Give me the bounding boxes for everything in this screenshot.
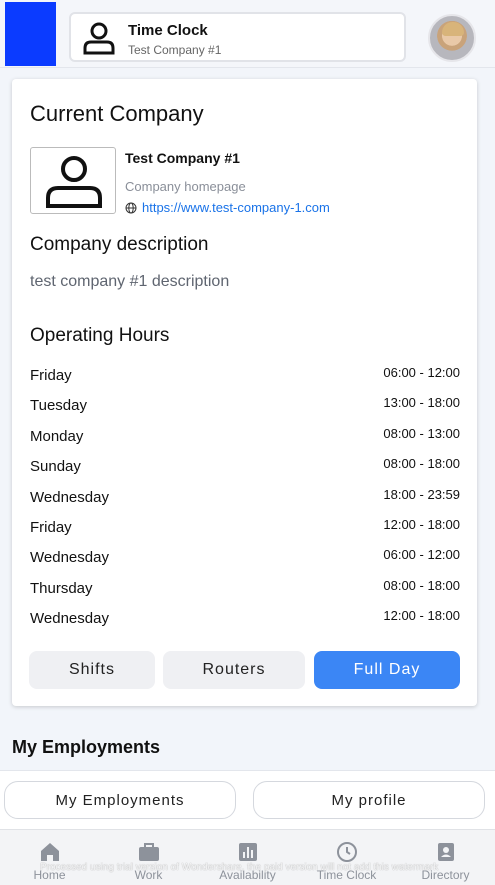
shifts-button[interactable]: Shifts — [29, 651, 155, 689]
my-employments-button[interactable]: My Employments — [4, 781, 236, 819]
header-title: Time Clock — [128, 22, 208, 39]
hour-row: Monday 08:00 - 13:00 — [30, 422, 460, 452]
company-name: Test Company #1 — [125, 150, 240, 166]
app-header: Time Clock Test Company #1 — [0, 0, 495, 68]
hour-time: 08:00 - 13:00 — [383, 425, 460, 441]
hour-time: 08:00 - 18:00 — [383, 456, 460, 472]
avatar[interactable] — [428, 14, 476, 62]
full-day-button[interactable]: Full Day — [314, 651, 460, 689]
hour-row: Tuesday 13:00 - 18:00 — [30, 391, 460, 421]
hour-time: 06:00 - 12:00 — [383, 365, 460, 380]
company-selector[interactable]: Time Clock Test Company #1 — [69, 12, 406, 62]
hour-day: Friday — [30, 367, 72, 384]
company-logo — [30, 147, 116, 214]
hours-title: Operating Hours — [30, 325, 170, 346]
hour-day: Wednesday — [30, 488, 109, 506]
hours-list: Friday 06:00 - 12:00 Tuesday 13:00 - 18:… — [30, 361, 460, 635]
employments-bar: My Employments My profile — [0, 770, 495, 830]
homepage-link[interactable]: https://www.test-company-1.com — [142, 200, 330, 215]
card-title: Current Company — [30, 101, 204, 126]
tab-home[interactable]: Home — [0, 830, 99, 885]
routers-button[interactable]: Routers — [163, 651, 305, 689]
tab-availability[interactable]: Availability — [198, 830, 297, 885]
hour-row: Wednesday 06:00 - 12:00 — [30, 543, 460, 573]
tab-directory[interactable]: Directory — [396, 830, 495, 885]
hour-row: Wednesday 18:00 - 23:59 — [30, 483, 460, 513]
chart-icon — [238, 843, 257, 861]
hour-time: 12:00 - 18:00 — [383, 516, 460, 532]
contacts-icon — [437, 843, 454, 861]
employments-title: My Employments — [12, 737, 161, 757]
globe-icon — [125, 202, 137, 213]
hour-time: 12:00 - 18:00 — [383, 608, 460, 624]
briefcase-icon — [138, 843, 159, 861]
homepage-link-row: https://www.test-company-1.com — [125, 200, 330, 215]
hour-day: Sunday — [30, 458, 81, 476]
homepage-label: Company homepage — [125, 179, 246, 194]
tab-time-clock[interactable]: Time Clock — [297, 830, 396, 885]
header-company: Test Company #1 — [128, 43, 222, 57]
hour-time: 18:00 - 23:59 — [383, 486, 460, 502]
my-profile-button[interactable]: My profile — [253, 781, 485, 819]
description-title: Company description — [30, 234, 209, 255]
hour-row: Thursday 08:00 - 18:00 — [30, 574, 460, 604]
bottom-tab-bar: Home Work Availability Time Clock Direct… — [0, 829, 495, 885]
hour-day: Friday — [30, 518, 72, 536]
company-card: Current Company Test Company #1 Company … — [12, 79, 477, 706]
person-icon — [46, 156, 102, 208]
hour-row: Wednesday 12:00 - 18:00 — [30, 604, 460, 634]
clock-icon — [336, 842, 357, 862]
home-icon — [40, 843, 59, 861]
hour-row: Sunday 08:00 - 18:00 — [30, 452, 460, 482]
hour-day: Monday — [30, 427, 84, 445]
hour-day: Wednesday — [30, 610, 109, 628]
person-icon — [83, 22, 115, 55]
hour-day: Thursday — [30, 579, 93, 597]
watermark-banner: Processed using trial version of Wonders… — [40, 862, 439, 873]
hour-time: 08:00 - 18:00 — [383, 577, 460, 593]
hour-day: Tuesday — [30, 397, 87, 415]
company-description: test company #1 description — [30, 273, 230, 290]
hour-row: Friday 06:00 - 12:00 — [30, 361, 460, 391]
hour-time: 06:00 - 12:00 — [383, 547, 460, 563]
brand-block — [5, 2, 56, 66]
tab-work[interactable]: Work — [99, 830, 198, 885]
hour-day: Wednesday — [30, 549, 109, 567]
hour-time: 13:00 - 18:00 — [383, 395, 460, 411]
hour-row: Friday 12:00 - 18:00 — [30, 513, 460, 543]
